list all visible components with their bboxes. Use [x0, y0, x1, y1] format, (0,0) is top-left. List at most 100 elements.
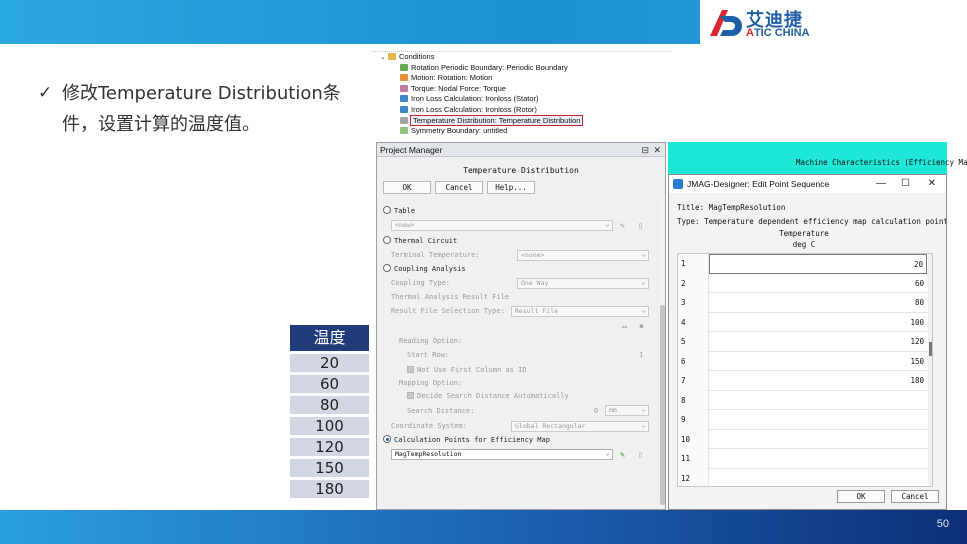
ok-button[interactable]: OK — [837, 490, 885, 503]
scrollbar[interactable] — [659, 195, 665, 509]
temperature-value: 80 — [290, 396, 369, 414]
calculation-points-option[interactable]: Calculation Points for Efficiency Map — [383, 434, 550, 446]
thermal-circuit-option[interactable]: Thermal Circuit — [383, 235, 457, 247]
delete-icon[interactable]: ▯ — [636, 221, 645, 230]
grid-cell[interactable] — [709, 430, 927, 450]
machine-characteristics-title: Machine Characteristics (Efficiency Ma — [796, 158, 967, 167]
grid-row: 5 120 — [678, 332, 932, 352]
project-manager-titlebar: Project Manager ⊟ ✕ — [377, 143, 665, 157]
grid-cell[interactable]: 150 — [709, 352, 927, 372]
grid-row: 4 100 — [678, 312, 932, 333]
checkbox-icon[interactable] — [407, 366, 414, 373]
temperature-table-header: 温度 — [290, 325, 369, 351]
slide: 艾迪捷 ATIC CHINA ✓ 修改Temperature Distribut… — [0, 0, 967, 544]
minimize-icon[interactable]: — — [876, 175, 886, 193]
instruction-bullet: ✓ 修改Temperature Distribution条件，设置计算的温度值。 — [38, 78, 358, 140]
logo-english-text: ATIC CHINA — [746, 27, 810, 39]
radio-icon[interactable] — [383, 264, 391, 272]
edit-icon[interactable]: ✎ — [618, 450, 627, 459]
tree-item[interactable]: Torque: Nodal Force: Torque — [372, 84, 672, 95]
table-select[interactable]: <new> — [391, 219, 613, 231]
temperature-value: 20 — [290, 354, 369, 372]
grid-row: 7 180 — [678, 371, 932, 391]
table-option[interactable]: Table — [383, 205, 415, 217]
pin-icon[interactable]: ⊟ — [641, 143, 649, 157]
grid-cell[interactable] — [709, 410, 927, 430]
grid-cell[interactable]: 120 — [709, 332, 927, 352]
close-icon[interactable]: ✕ — [653, 143, 661, 157]
checkbox-icon[interactable] — [407, 392, 414, 399]
grid-cell[interactable]: 180 — [709, 371, 927, 391]
delete-icon[interactable]: ▯ — [636, 450, 645, 459]
type-row: Type: Temperature dependent efficiency m… — [677, 217, 947, 226]
temperature-table: 温度 20 60 80 100 120 150 180 — [290, 325, 369, 498]
coupling-analysis-option[interactable]: Coupling Analysis — [383, 263, 466, 275]
tree-item[interactable]: Motion: Rotation: Motion — [372, 73, 672, 84]
tree-item-conditions[interactable]: ⌄ Conditions — [372, 52, 672, 63]
terminal-temperature-select[interactable]: <none> — [517, 249, 649, 261]
instruction-text: 修改Temperature Distribution条件，设置计算的温度值。 — [62, 83, 341, 135]
grid-cell[interactable]: 20 — [709, 254, 927, 274]
project-manager-panel: Project Manager ⊟ ✕ Temperature Distribu… — [376, 142, 666, 510]
not-use-first-column-checkbox[interactable]: Not Use First Column as ID — [407, 364, 527, 376]
grid-scrollbar[interactable] — [928, 254, 932, 486]
grid-cell[interactable] — [709, 391, 927, 411]
atic-logo-icon — [710, 10, 742, 36]
grid-cell[interactable]: 60 — [709, 274, 927, 294]
check-icon: ✓ — [38, 83, 53, 103]
ok-button[interactable]: OK — [383, 181, 431, 194]
folder-icon[interactable]: ▭ — [620, 322, 629, 331]
decide-search-distance-checkbox[interactable]: Decide Search Distance Automatically — [407, 390, 569, 402]
result-file-selection-select[interactable]: Result File — [511, 305, 649, 317]
coupling-type-label: Coupling Type: — [391, 279, 451, 287]
scrollbar-thumb[interactable] — [660, 305, 665, 505]
settings-form: Table <new> ✎ ▯ Thermal Circuit Terminal… — [377, 195, 659, 509]
start-row-value[interactable]: 1 — [639, 349, 643, 361]
calculation-points-select[interactable]: MagTempResolution — [391, 448, 613, 460]
dialog-heading: Temperature Distribution — [463, 166, 579, 175]
search-distance-unit-select[interactable]: mm — [605, 404, 649, 416]
motion-icon — [400, 74, 408, 82]
maximize-icon[interactable]: ☐ — [901, 175, 910, 193]
cancel-button[interactable]: Cancel — [891, 490, 939, 503]
coupling-type-select[interactable]: One Way — [517, 277, 649, 289]
tree-item[interactable]: Iron Loss Calculation: Ironloss (Stator) — [372, 94, 672, 105]
edit-point-sequence-dialog: JMAG-Designer: Edit Point Sequence — ☐ ✕… — [668, 174, 947, 510]
radio-icon[interactable] — [383, 236, 391, 244]
dialog-titlebar: JMAG-Designer: Edit Point Sequence — ☐ ✕ — [669, 175, 946, 193]
tree-item[interactable]: Rotation Periodic Boundary: Periodic Bou… — [372, 63, 672, 74]
thermal-result-file-label: Thermal Analysis Result File — [391, 293, 510, 301]
symmetry-icon — [400, 127, 408, 135]
help-button[interactable]: Help... — [487, 181, 535, 194]
grid-cell[interactable]: 100 — [709, 313, 927, 333]
temperature-value: 120 — [290, 438, 369, 456]
iron-loss-icon — [400, 105, 408, 113]
search-distance-label: Search Distance: — [407, 407, 475, 415]
grid-cell[interactable]: 80 — [709, 293, 927, 313]
grid-cell[interactable] — [709, 469, 927, 487]
bottom-banner: 50 — [0, 510, 967, 544]
tree-item[interactable]: Iron Loss Calculation: Ironloss (Rotor) — [372, 105, 672, 116]
start-row-label: Start Row: — [407, 351, 450, 359]
search-distance-value[interactable]: 0 — [594, 405, 598, 417]
edit-icon[interactable]: ✎ — [618, 221, 627, 230]
close-icon[interactable]: ✕ — [928, 175, 936, 193]
cancel-button[interactable]: Cancel — [435, 181, 483, 194]
column-unit: deg C — [792, 240, 816, 249]
radio-selected-icon[interactable] — [383, 435, 391, 443]
temperature-value: 150 — [290, 459, 369, 477]
grid-row: 10 — [678, 429, 932, 450]
temperature-value: 100 — [290, 417, 369, 435]
tree-clipped-row — [372, 44, 672, 52]
coordinate-system-select[interactable]: Global Rectangular — [511, 420, 649, 432]
grid-scrollbar-thumb[interactable] — [929, 342, 932, 356]
tree-item-temperature-distribution[interactable]: Temperature Distribution: Temperature Di… — [372, 114, 672, 127]
tree-item[interactable]: Symmetry Boundary: untitled — [372, 126, 672, 137]
clear-icon[interactable]: ✖ — [637, 322, 646, 331]
reading-option-label: Reading Option: — [399, 337, 463, 345]
radio-icon[interactable] — [383, 206, 391, 214]
boundary-icon — [400, 63, 408, 71]
iron-loss-icon — [400, 95, 408, 103]
title-field[interactable]: MagTempResolution — [709, 203, 786, 212]
grid-cell[interactable] — [709, 449, 927, 469]
